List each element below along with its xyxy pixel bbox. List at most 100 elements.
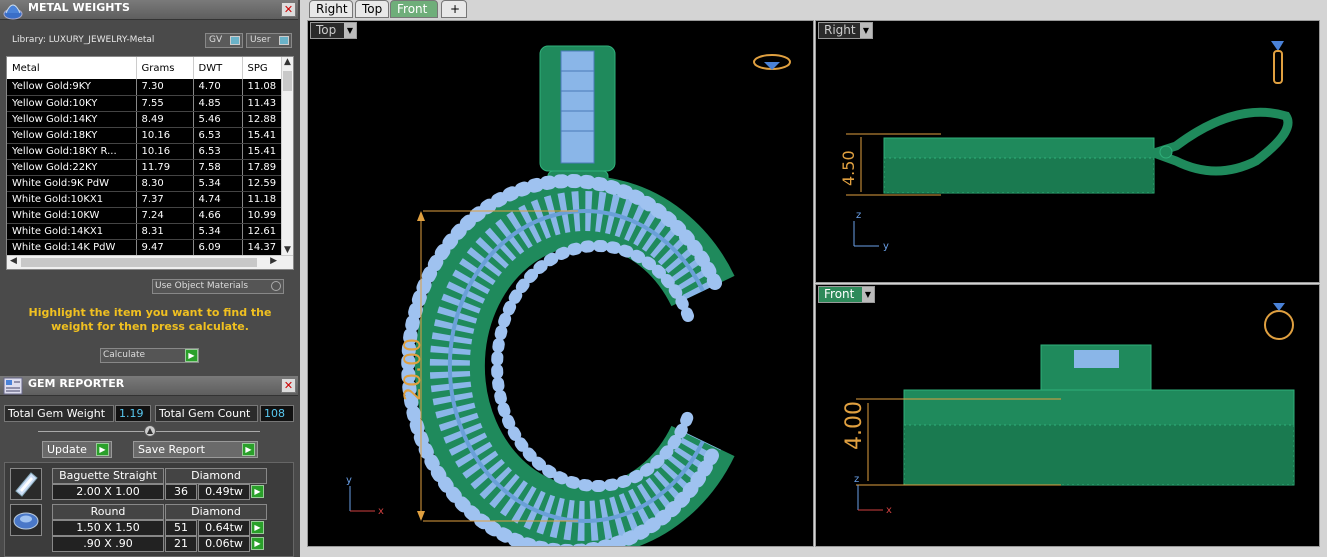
table-cell: 7.24 — [136, 207, 194, 224]
ax-top-y-label: y — [346, 475, 352, 486]
table-row[interactable]: White Gold:14K PdW 9.47 6.09 14.37 — [7, 239, 288, 256]
ax-front-x-label: x — [886, 505, 892, 516]
gem-report-icon — [3, 377, 23, 395]
left-panel: METAL WEIGHTS ✕ Library: LUXURY_JEWELRY-… — [0, 0, 300, 557]
user-toggle-knob — [279, 36, 289, 45]
column-header-dwt[interactable]: DWT — [193, 57, 243, 79]
tab-top[interactable]: Top — [355, 0, 389, 18]
radio-icon — [271, 281, 281, 291]
metal-table-vertical-scrollbar[interactable]: ▲ ▼ — [281, 57, 293, 255]
table-row[interactable]: White Gold:9K PdW 8.30 5.34 12.59 — [7, 175, 288, 192]
table-row[interactable]: Yellow Gold:10KY 7.55 4.85 11.43 — [7, 95, 288, 112]
table-cell: Yellow Gold:18KY — [7, 127, 137, 144]
table-row[interactable]: Yellow Gold:22KY 11.79 7.58 17.89 — [7, 159, 288, 176]
select-gem-go-icon[interactable]: ▶ — [251, 521, 264, 534]
table-cell: Yellow Gold:18KY R... — [7, 143, 137, 160]
table-row[interactable]: Yellow Gold:18KY 10.16 6.53 15.41 — [7, 127, 288, 144]
total-gem-count-value: 108 — [260, 405, 294, 422]
table-row[interactable]: White Gold:10KW 7.24 4.66 10.99 — [7, 207, 288, 224]
table-cell: 11.79 — [136, 159, 194, 176]
gem-size: 2.00 X 1.00 — [52, 484, 164, 500]
select-gem-go-icon[interactable]: ▶ — [251, 485, 264, 498]
total-gem-weight-value: 1.19 — [115, 405, 151, 422]
table-row[interactable]: Yellow Gold:9KY 7.30 4.70 11.08 — [7, 79, 288, 96]
table-cell: Yellow Gold:14KY — [7, 111, 137, 128]
column-header-metal[interactable]: Metal — [7, 57, 137, 79]
scroll-down-icon[interactable]: ▼ — [284, 245, 291, 255]
table-cell: 5.34 — [193, 175, 243, 192]
table-cell: Yellow Gold:9KY — [7, 79, 137, 96]
gem-shape-baguette: Baguette Straight — [52, 468, 164, 484]
metal-weights-title: METAL WEIGHTS — [28, 1, 130, 14]
table-cell: 6.53 — [193, 143, 243, 160]
gem-reporter-close-button[interactable]: ✕ — [281, 378, 296, 393]
ring-icon — [1264, 310, 1294, 340]
gem-count: 21 — [165, 536, 197, 552]
scroll-up-icon[interactable]: ▲ — [284, 57, 291, 67]
table-row[interactable]: Yellow Gold:18KY R... 10.16 6.53 15.41 — [7, 143, 288, 160]
update-label: Update — [47, 443, 87, 456]
calculate-hint-text: Highlight the item you want to find the … — [28, 306, 272, 333]
ax-right-z-label: z — [856, 210, 861, 221]
top-dimension-label: 20.00 — [401, 338, 426, 401]
ax-top-x-label: x — [378, 506, 384, 517]
table-cell: 8.31 — [136, 223, 194, 240]
table-cell: 9.47 — [136, 239, 194, 256]
metal-table[interactable]: Metal Grams DWT SPG Yellow Gold:9KY 7.30 4… — [6, 56, 294, 270]
save-report-button[interactable]: Save Report — [133, 441, 258, 458]
metal-table-horizontal-scrollbar[interactable]: ◀ ▶ — [7, 255, 293, 269]
user-toggle[interactable]: User — [246, 33, 292, 48]
table-cell: 4.74 — [193, 191, 243, 208]
ax-right-y-label: y — [883, 241, 889, 252]
metal-weights-close-button[interactable]: ✕ — [281, 2, 296, 17]
use-object-materials-toggle[interactable]: Use Object Materials — [152, 279, 284, 294]
table-cell: Yellow Gold:10KY — [7, 95, 137, 112]
gv-toggle-label: GV — [209, 35, 223, 45]
gv-toggle[interactable]: GV — [205, 33, 243, 48]
scroll-right-icon[interactable]: ▶ — [270, 256, 277, 266]
calculate-go-icon[interactable]: ▶ — [185, 349, 198, 362]
table-cell: 4.85 — [193, 95, 243, 112]
tab-right[interactable]: Right — [309, 0, 353, 18]
library-label: Library: LUXURY_JEWELRY-Metal — [12, 35, 155, 45]
user-toggle-label: User — [250, 35, 271, 45]
tab-front[interactable]: Front — [390, 0, 438, 18]
table-cell: 10.16 — [136, 127, 194, 144]
update-go-icon[interactable]: ▶ — [96, 443, 109, 456]
right-dimension-label: 4.50 — [839, 150, 858, 186]
save-report-go-icon[interactable]: ▶ — [242, 443, 255, 456]
horizontal-scroll-thumb[interactable] — [21, 258, 257, 267]
table-row[interactable]: Yellow Gold:14KY 8.49 5.46 12.88 — [7, 111, 288, 128]
gem-reporter-title: GEM REPORTER — [28, 377, 125, 390]
scroll-left-icon[interactable]: ◀ — [10, 256, 17, 266]
table-cell: 4.70 — [193, 79, 243, 96]
top-view-model: 20.00 y x — [346, 45, 791, 546]
table-row[interactable]: White Gold:10KX1 7.37 4.74 11.18 — [7, 191, 288, 208]
viewport-front[interactable]: Front ▼ 4.00 z x — [815, 284, 1320, 547]
select-gem-go-icon[interactable]: ▶ — [251, 537, 264, 550]
gem-count: 36 — [165, 484, 197, 500]
table-cell: 10.16 — [136, 143, 194, 160]
use-object-materials-label: Use Object Materials — [155, 281, 249, 291]
table-cell: 5.46 — [193, 111, 243, 128]
app-window: METAL WEIGHTS ✕ Library: LUXURY_JEWELRY-… — [0, 0, 1327, 557]
table-cell: 7.55 — [136, 95, 194, 112]
ax-front-z-label: z — [854, 474, 859, 485]
gem-size: 1.50 X 1.50 — [52, 520, 164, 536]
table-cell: 7.37 — [136, 191, 194, 208]
table-cell: White Gold:9K PdW — [7, 175, 137, 192]
table-cell: 7.30 — [136, 79, 194, 96]
viewport-top[interactable]: Top ▼ 20.00 y x — [307, 20, 814, 547]
right-view-model: 4.50 z y — [839, 41, 1293, 252]
table-cell: White Gold:14K PdW — [7, 239, 137, 256]
add-tab-button[interactable]: + — [441, 0, 467, 18]
metal-weights-header: METAL WEIGHTS ✕ — [0, 0, 298, 20]
front-view-model: 4.00 z x — [842, 303, 1295, 516]
table-cell: Yellow Gold:22KY — [7, 159, 137, 176]
collapse-toggle-icon[interactable]: ▲ — [144, 425, 156, 437]
table-row[interactable]: White Gold:14KX1 8.31 5.34 12.61 — [7, 223, 288, 240]
vertical-scroll-thumb[interactable] — [283, 71, 292, 91]
column-header-grams[interactable]: Grams — [136, 57, 194, 79]
viewport-right[interactable]: Right ▼ 4.50 z y — [815, 20, 1320, 283]
save-report-label: Save Report — [138, 443, 205, 456]
